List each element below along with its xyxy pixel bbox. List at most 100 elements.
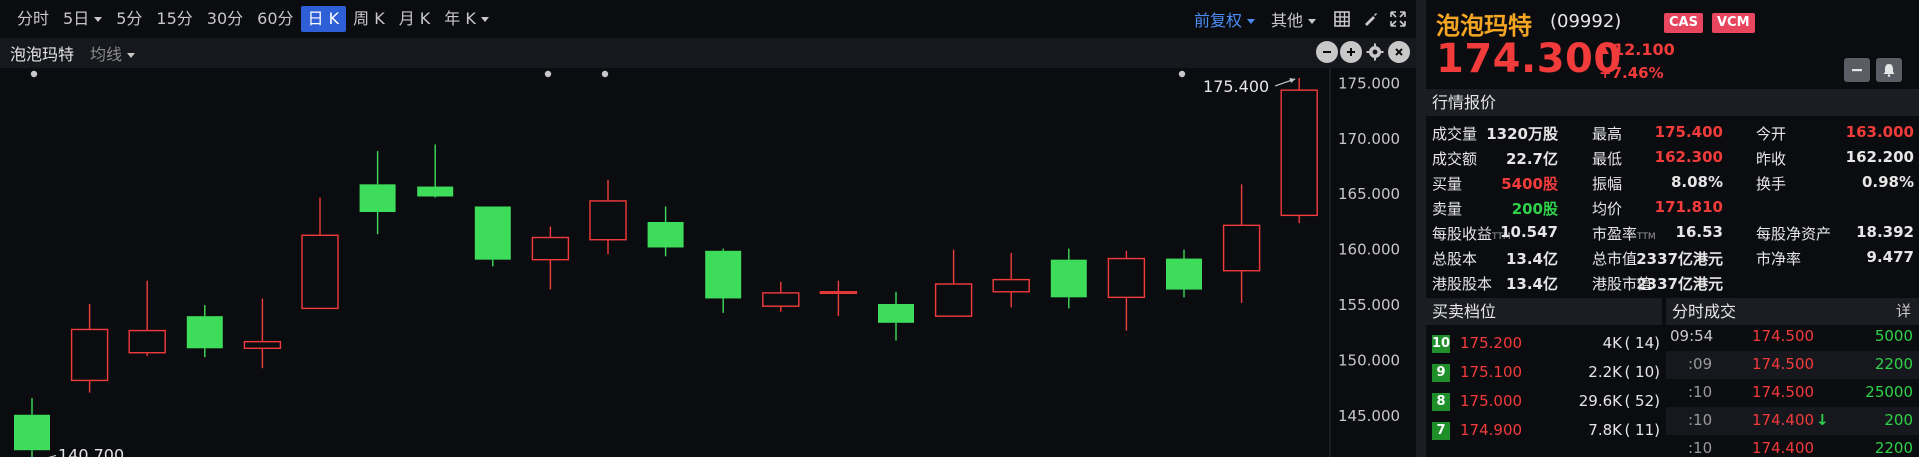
stat-label: 成交量: [1432, 123, 1477, 144]
stat-label-text: 买量: [1432, 175, 1463, 193]
ask-level-row[interactable]: 8 175.000 29.6K( 52): [1426, 388, 1662, 416]
settings-gear-icon[interactable]: [1364, 41, 1386, 63]
remove-watch-icon[interactable]: [1844, 58, 1870, 82]
period-tab[interactable]: 60分: [250, 6, 300, 32]
stat-label-text: 总股本: [1432, 250, 1478, 268]
zoom-out-icon[interactable]: [1316, 41, 1338, 63]
chevron-down-icon: [1308, 19, 1316, 24]
tick-row: :10 174.400 ↓ 200: [1666, 407, 1919, 435]
close-icon[interactable]: [1388, 41, 1410, 63]
moving-average-dropdown[interactable]: 均线: [84, 41, 141, 65]
stat-label-text: 港股股本: [1432, 275, 1493, 293]
stat-value: 0.98%: [1861, 173, 1914, 191]
level-price: 175.000: [1460, 392, 1523, 410]
y-tick-label: 170.000: [1338, 130, 1400, 148]
bidask-title: 买卖档位: [1426, 298, 1662, 325]
tick-time: :09: [1688, 355, 1713, 373]
marker-dot: [30, 70, 38, 78]
stats-row: 总股本 13.4亿 总市值 2337亿港元 市净率 9.477: [1426, 245, 1919, 270]
stat-label: 市盈率TTM: [1592, 223, 1656, 244]
period-label: 日 K: [307, 9, 340, 28]
change-value: 12.100: [1613, 40, 1675, 59]
tick-price: 174.400 ↓: [1752, 411, 1829, 429]
chart-controls: [1316, 41, 1410, 63]
candle-body-up: [531, 236, 570, 261]
stat-value: 8.08%: [1670, 173, 1723, 191]
tick-price-text: 174.400: [1752, 411, 1815, 429]
tick-price: 174.400: [1752, 439, 1814, 457]
candle-body-up: [819, 291, 858, 294]
period-label: 15分: [156, 9, 193, 28]
draw-pen-icon[interactable]: [1356, 5, 1384, 33]
level-badge: 9: [1432, 364, 1450, 382]
period-tab[interactable]: 月 K: [392, 6, 438, 32]
stat-label-text: 均价: [1592, 200, 1623, 218]
period-label: 周 K: [353, 9, 385, 28]
candle-body-up: [1222, 224, 1261, 272]
candle-body-down: [186, 316, 223, 349]
stat-label: 最高: [1592, 123, 1622, 144]
stat-value: 200股: [1511, 200, 1558, 218]
stat-value: 22.7亿: [1505, 150, 1558, 168]
period-tab[interactable]: 分时: [10, 6, 56, 32]
level-price: 175.100: [1460, 363, 1523, 381]
candle-body-up: [301, 234, 339, 310]
quote-section-title: 行情报价: [1426, 89, 1919, 116]
stats-row: 买量 5400股 振幅 8.08% 换手 0.98%: [1426, 170, 1919, 195]
level-order-count: ( 10): [1624, 363, 1660, 381]
stat-value: 10.547: [1500, 223, 1558, 241]
candlestick-chart[interactable]: 175.000 170.000 165.000 160.000 155.000 150.0…: [0, 68, 1416, 457]
stat-label: 今开: [1756, 123, 1786, 144]
period-label: 月 K: [398, 9, 431, 28]
period-tab[interactable]: 5分: [109, 6, 149, 32]
stat-label: 每股收益TTM: [1432, 223, 1511, 244]
stat-value: 2337亿港元: [1636, 250, 1723, 268]
candle-body-up: [128, 329, 166, 354]
zoom-in-icon[interactable]: [1340, 41, 1362, 63]
ask-level-row[interactable]: 7 174.900 7.8K( 11): [1426, 417, 1662, 445]
candle-body-down: [878, 303, 914, 323]
period-tab[interactable]: 周 K: [346, 6, 392, 32]
ticks-title: 分时成交: [1672, 302, 1737, 321]
y-tick-label: 150.000: [1338, 351, 1400, 369]
stock-tab[interactable]: 泡泡玛特: [0, 41, 84, 65]
period-tab[interactable]: 30分: [200, 6, 250, 32]
stat-value: 2337亿港元: [1636, 275, 1723, 293]
ask-level-row[interactable]: 9 175.100 2.2K( 10): [1426, 359, 1662, 387]
stat-label: 均价: [1592, 198, 1622, 219]
period-tab[interactable]: 15分: [149, 6, 199, 32]
candle-body-up: [243, 340, 282, 349]
candle-body-up: [1280, 89, 1318, 217]
tick-price-text: 174.500: [1752, 383, 1815, 401]
candle-body-up: [1107, 257, 1146, 299]
period-tab[interactable]: 5日: [56, 6, 109, 32]
other-dropdown[interactable]: 其他: [1265, 7, 1328, 31]
ask-level-row[interactable]: 10 175.200 4K( 14): [1426, 330, 1662, 358]
tick-row: 09:54 174.500 5000: [1666, 323, 1919, 351]
level-volume: 4K: [1602, 334, 1622, 352]
level-badge: 8: [1432, 393, 1450, 411]
candle-body-down: [647, 221, 684, 248]
chevron-down-icon: [480, 17, 489, 22]
period-tab[interactable]: 年 K: [437, 6, 496, 32]
chart-panel: 分时 5日 5分 15分 30分 60分日 K 周 K 月 K 年 K 前复权 其他 泡泡玛特 …: [0, 0, 1416, 457]
fullscreen-icon[interactable]: [1384, 5, 1412, 33]
stat-value: 162.200: [1845, 148, 1914, 166]
period-tab[interactable]: 日 K: [300, 6, 347, 32]
price-change: 12.100: [1599, 40, 1675, 59]
stat-label: 港股股本: [1432, 273, 1492, 294]
ticks-header: 分时成交 详: [1666, 298, 1919, 325]
alert-bell-icon[interactable]: [1876, 58, 1902, 82]
stat-label-text: 最高: [1592, 125, 1623, 143]
stat-value: 9.477: [1866, 248, 1914, 266]
stat-label-text: 今开: [1756, 125, 1787, 143]
layout-grid-icon[interactable]: [1328, 5, 1356, 33]
tick-volume: 2200: [1874, 439, 1913, 457]
stat-label-text: 昨收: [1756, 150, 1787, 168]
ticks-detail-link[interactable]: 详: [1896, 298, 1911, 325]
y-tick-label: 155.000: [1338, 296, 1400, 314]
quote-panel: 泡泡玛特 (09992) CAS VCM 174.300 12.100 +7.4…: [1426, 0, 1919, 457]
level-badge: 10: [1432, 335, 1451, 353]
stat-value: 163.000: [1845, 123, 1914, 141]
adjust-dropdown[interactable]: 前复权: [1184, 7, 1265, 31]
